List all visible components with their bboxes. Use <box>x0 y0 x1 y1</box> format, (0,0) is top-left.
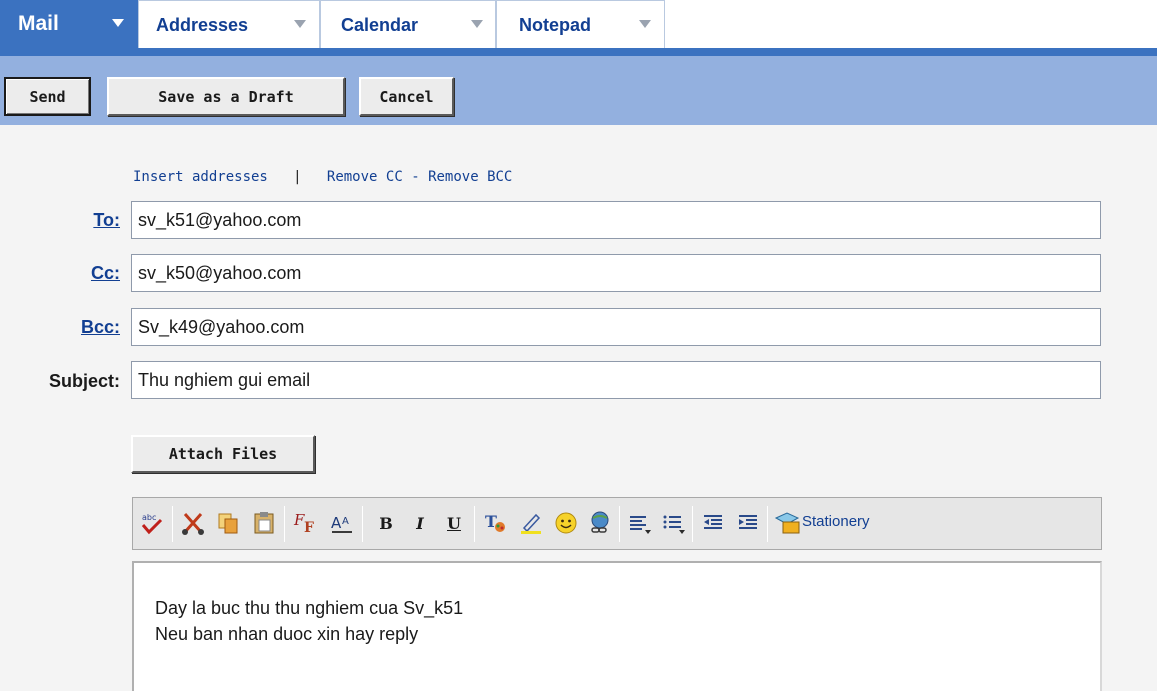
underline-glyph: U <box>447 513 461 533</box>
compose-area: Insert addresses | Remove CC - Remove BC… <box>0 125 1157 691</box>
text-color-icon[interactable]: T <box>480 508 510 538</box>
bcc-field[interactable]: Sv_k49@yahoo.com <box>131 308 1101 346</box>
svg-text:abc: abc <box>142 513 156 522</box>
stationery-label[interactable]: Stationery <box>802 513 870 530</box>
highlight-icon[interactable] <box>516 508 546 538</box>
paste-icon[interactable] <box>249 508 279 538</box>
remove-cc-link[interactable]: Remove CC <box>327 169 403 185</box>
bold-icon[interactable]: B <box>371 508 401 538</box>
chevron-down-icon[interactable] <box>294 20 306 28</box>
to-field[interactable]: sv_k51@yahoo.com <box>131 201 1101 239</box>
link-divider-bar: | <box>293 169 302 185</box>
italic-icon[interactable]: I <box>405 508 435 538</box>
tab-addresses[interactable]: Addresses <box>138 0 320 48</box>
message-body-editor[interactable]: Day la buc thu thu nghiem cua Sv_k51 Neu… <box>132 561 1102 691</box>
font-icon[interactable]: FF <box>290 508 320 538</box>
compose-toolbar: Send Save as a Draft Cancel <box>0 48 1157 125</box>
tab-bar: Mail Addresses Calendar Notepad <box>0 0 1157 48</box>
send-button[interactable]: Send <box>4 77 91 116</box>
chevron-down-icon[interactable] <box>112 19 124 27</box>
svg-text:A: A <box>331 514 342 532</box>
tab-mail-label: Mail <box>18 12 59 35</box>
tab-calendar[interactable]: Calendar <box>320 0 496 48</box>
indent-icon[interactable] <box>733 508 763 538</box>
chevron-down-icon[interactable] <box>639 20 651 28</box>
outdent-icon[interactable] <box>698 508 728 538</box>
tab-notepad-label: Notepad <box>519 15 591 35</box>
subject-field[interactable]: Thu nghiem gui email <box>131 361 1101 399</box>
link-dash: - <box>411 169 420 185</box>
font-size-icon[interactable]: AA <box>327 508 357 538</box>
link-spacer <box>403 169 411 185</box>
attach-files-button[interactable]: Attach Files <box>131 435 315 473</box>
spellcheck-icon[interactable]: abc <box>137 508 167 538</box>
bullet-list-icon[interactable] <box>658 508 688 538</box>
to-label[interactable]: To: <box>93 210 120 231</box>
body-line: Day la buc thu thu nghiem cua Sv_k51 <box>155 598 464 618</box>
tab-addresses-label: Addresses <box>156 15 249 35</box>
subject-label: Subject: <box>48 371 120 391</box>
italic-glyph: I <box>416 513 424 533</box>
stationery-icon[interactable] <box>772 508 802 538</box>
save-draft-button[interactable]: Save as a Draft <box>107 77 345 116</box>
tab-mail[interactable]: Mail <box>0 0 138 48</box>
cut-icon[interactable] <box>178 508 208 538</box>
link-spacer <box>302 169 327 185</box>
body-line: Neu ban nhan duoc xin hay reply <box>155 624 419 644</box>
align-icon[interactable] <box>624 508 654 538</box>
emoticon-icon[interactable] <box>551 508 581 538</box>
svg-text:F: F <box>304 520 314 536</box>
insert-addresses-link[interactable]: Insert addresses <box>133 169 268 185</box>
link-icon[interactable] <box>585 508 615 538</box>
bold-glyph: B <box>379 513 393 533</box>
bcc-label[interactable]: Bcc: <box>81 317 120 338</box>
tab-notepad[interactable]: Notepad <box>496 0 665 48</box>
address-links: Insert addresses | Remove CC - Remove BC… <box>133 169 512 185</box>
link-divider <box>268 169 293 185</box>
tab-calendar-label: Calendar <box>341 15 419 35</box>
cc-label[interactable]: Cc: <box>91 263 120 284</box>
cancel-button[interactable]: Cancel <box>359 77 454 116</box>
link-spacer <box>420 169 428 185</box>
chevron-down-icon[interactable] <box>471 20 483 28</box>
cc-field[interactable]: sv_k50@yahoo.com <box>131 254 1101 292</box>
svg-text:A: A <box>342 516 349 527</box>
remove-bcc-link[interactable]: Remove BCC <box>428 169 512 185</box>
formatting-toolbar: abc FF AA B I U T Stationery <box>132 497 1102 550</box>
copy-icon[interactable] <box>213 508 243 538</box>
underline-icon[interactable]: U <box>439 508 469 538</box>
